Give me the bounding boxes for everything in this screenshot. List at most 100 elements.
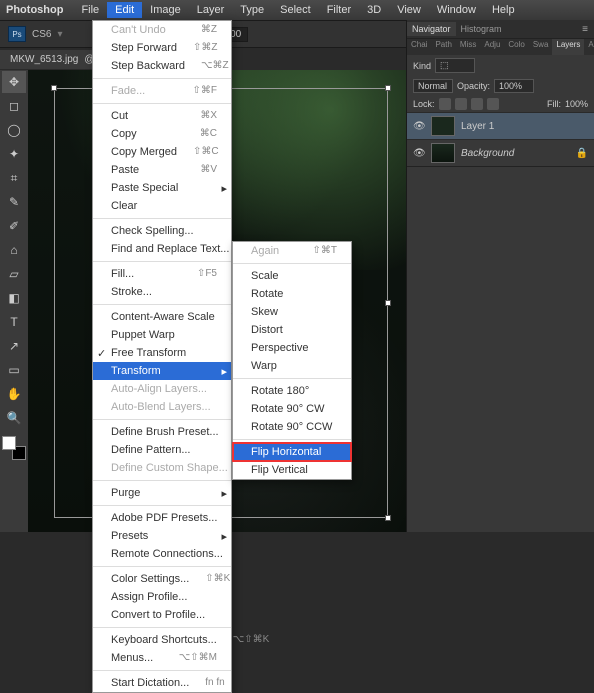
layer-row[interactable]: 👁 Layer 1 [407, 112, 594, 139]
path-tool-icon[interactable]: ↗ [2, 335, 26, 357]
tab-layers[interactable]: Layers [552, 39, 584, 55]
stamp-tool-icon[interactable]: ⌂ [2, 239, 26, 261]
tab-colo[interactable]: Colo [504, 39, 528, 55]
doc-name: MKW_6513.jpg [10, 54, 78, 65]
menu-help[interactable]: Help [484, 2, 523, 18]
menu-item-rotate-180[interactable]: Rotate 180° [233, 382, 351, 400]
menu-item-copy-merged[interactable]: Copy Merged⇧⌘C [93, 143, 231, 161]
panel-menu-icon[interactable]: ≡ [576, 24, 594, 35]
menu-item-find-and-replace-text[interactable]: Find and Replace Text... [93, 240, 231, 258]
menu-item-purge[interactable]: Purge▸ [93, 484, 231, 502]
menu-item-copy[interactable]: Copy⌘C [93, 125, 231, 143]
blend-mode-dropdown[interactable]: Normal [413, 79, 453, 93]
visibility-icon[interactable]: 👁 [413, 148, 425, 159]
menu-item-transform[interactable]: Transform▸ [93, 362, 231, 380]
wand-tool-icon[interactable]: ✦ [2, 143, 26, 165]
transform-handle[interactable] [385, 515, 391, 521]
tab-histogram[interactable]: Histogram [456, 22, 507, 36]
menu-file[interactable]: File [73, 2, 107, 18]
menu-layer[interactable]: Layer [189, 2, 233, 18]
menu-item-paste-special[interactable]: Paste Special▸ [93, 179, 231, 197]
move-tool-icon[interactable]: ✥ [2, 71, 26, 93]
menu-item-puppet-warp[interactable]: Puppet Warp [93, 326, 231, 344]
menu-select[interactable]: Select [272, 2, 319, 18]
ps-home-icon[interactable]: Ps [8, 26, 26, 42]
menu-item-assign-profile[interactable]: Assign Profile... [93, 588, 231, 606]
menu-item-rotate-90-cw[interactable]: Rotate 90° CW [233, 400, 351, 418]
menu-item-paste[interactable]: Paste⌘V [93, 161, 231, 179]
opacity-field[interactable]: 100% [494, 79, 534, 93]
tab-swa[interactable]: Swa [529, 39, 553, 55]
lock-pixels-icon[interactable] [455, 98, 467, 110]
kind-dropdown[interactable]: ⬚ [435, 58, 475, 73]
layer-name[interactable]: Background [461, 148, 514, 159]
menu-item-warp[interactable]: Warp [233, 357, 351, 375]
menu-item-cut[interactable]: Cut⌘X [93, 107, 231, 125]
transform-handle[interactable] [385, 300, 391, 306]
transform-handle[interactable] [51, 85, 57, 91]
shape-tool-icon[interactable]: ▭ [2, 359, 26, 381]
eyedropper-tool-icon[interactable]: ✎ [2, 191, 26, 213]
menu-3d[interactable]: 3D [359, 2, 389, 18]
lock-all-icon[interactable] [487, 98, 499, 110]
menu-item-stroke[interactable]: Stroke... [93, 283, 231, 301]
menu-item-color-settings[interactable]: Color Settings...⇧⌘K [93, 570, 231, 588]
lasso-tool-icon[interactable]: ◯ [2, 119, 26, 141]
tab-actio[interactable]: Actio [584, 39, 594, 55]
menu-item-skew[interactable]: Skew [233, 303, 351, 321]
menu-window[interactable]: Window [429, 2, 484, 18]
layer-row[interactable]: 👁 Background 🔒 [407, 139, 594, 166]
menu-item-start-dictation[interactable]: Start Dictation...fn fn [93, 674, 231, 692]
tab-miss[interactable]: Miss [456, 39, 480, 55]
menu-item-presets[interactable]: Presets▸ [93, 527, 231, 545]
menu-item-define-brush-preset[interactable]: Define Brush Preset... [93, 423, 231, 441]
menu-item-content-aware-scale[interactable]: Content-Aware Scale⌥⇧⌘C [93, 308, 231, 326]
type-tool-icon[interactable]: T [2, 311, 26, 333]
menu-item-flip-vertical[interactable]: Flip Vertical [233, 461, 351, 479]
tab-adju[interactable]: Adju [480, 39, 504, 55]
menu-item-flip-horizontal[interactable]: Flip Horizontal [233, 443, 351, 461]
menu-item-adobe-pdf-presets[interactable]: Adobe PDF Presets... [93, 509, 231, 527]
hand-tool-icon[interactable]: ✋ [2, 383, 26, 405]
crop-tool-icon[interactable]: ⌗ [2, 167, 26, 189]
tab-navigator[interactable]: Navigator [407, 22, 456, 36]
menu-filter[interactable]: Filter [319, 2, 359, 18]
menu-item-perspective[interactable]: Perspective [233, 339, 351, 357]
menu-type[interactable]: Type [232, 2, 272, 18]
menu-item-step-forward[interactable]: Step Forward⇧⌘Z [93, 39, 231, 57]
layer-name[interactable]: Layer 1 [461, 121, 494, 132]
menu-item-clear[interactable]: Clear [93, 197, 231, 215]
menu-edit[interactable]: Edit [107, 2, 142, 18]
menu-item-step-backward[interactable]: Step Backward⌥⌘Z [93, 57, 231, 75]
color-swatches[interactable] [2, 436, 26, 460]
tab-path[interactable]: Path [431, 39, 455, 55]
menu-item-menus[interactable]: Menus...⌥⇧⌘M [93, 649, 231, 667]
brush-tool-icon[interactable]: ✐ [2, 215, 26, 237]
fg-color-swatch[interactable] [2, 436, 16, 450]
layer-thumb[interactable] [431, 143, 455, 163]
menu-item-fill[interactable]: Fill...⇧F5 [93, 265, 231, 283]
gradient-tool-icon[interactable]: ◧ [2, 287, 26, 309]
menu-item-scale[interactable]: Scale [233, 267, 351, 285]
menu-image[interactable]: Image [142, 2, 189, 18]
visibility-icon[interactable]: 👁 [413, 121, 425, 132]
transform-handle[interactable] [385, 85, 391, 91]
menu-item-free-transform[interactable]: ✓Free Transform [93, 344, 231, 362]
marquee-tool-icon[interactable]: ◻ [2, 95, 26, 117]
menu-item-remote-connections[interactable]: Remote Connections... [93, 545, 231, 563]
tab-chai[interactable]: Chai [407, 39, 431, 55]
menu-item-rotate-90-ccw[interactable]: Rotate 90° CCW [233, 418, 351, 436]
layer-thumb[interactable] [431, 116, 455, 136]
menu-item-convert-to-profile[interactable]: Convert to Profile... [93, 606, 231, 624]
lock-position-icon[interactable] [471, 98, 483, 110]
menu-item-rotate[interactable]: Rotate [233, 285, 351, 303]
menu-view[interactable]: View [389, 2, 429, 18]
menu-item-define-pattern[interactable]: Define Pattern... [93, 441, 231, 459]
fill-field[interactable]: 100% [565, 99, 588, 109]
menu-item-check-spelling[interactable]: Check Spelling... [93, 222, 231, 240]
eraser-tool-icon[interactable]: ▱ [2, 263, 26, 285]
lock-transparent-icon[interactable] [439, 98, 451, 110]
menu-item-distort[interactable]: Distort [233, 321, 351, 339]
menu-item-keyboard-shortcuts[interactable]: Keyboard Shortcuts...⌥⇧⌘K [93, 631, 231, 649]
zoom-tool-icon[interactable]: 🔍 [2, 407, 26, 429]
